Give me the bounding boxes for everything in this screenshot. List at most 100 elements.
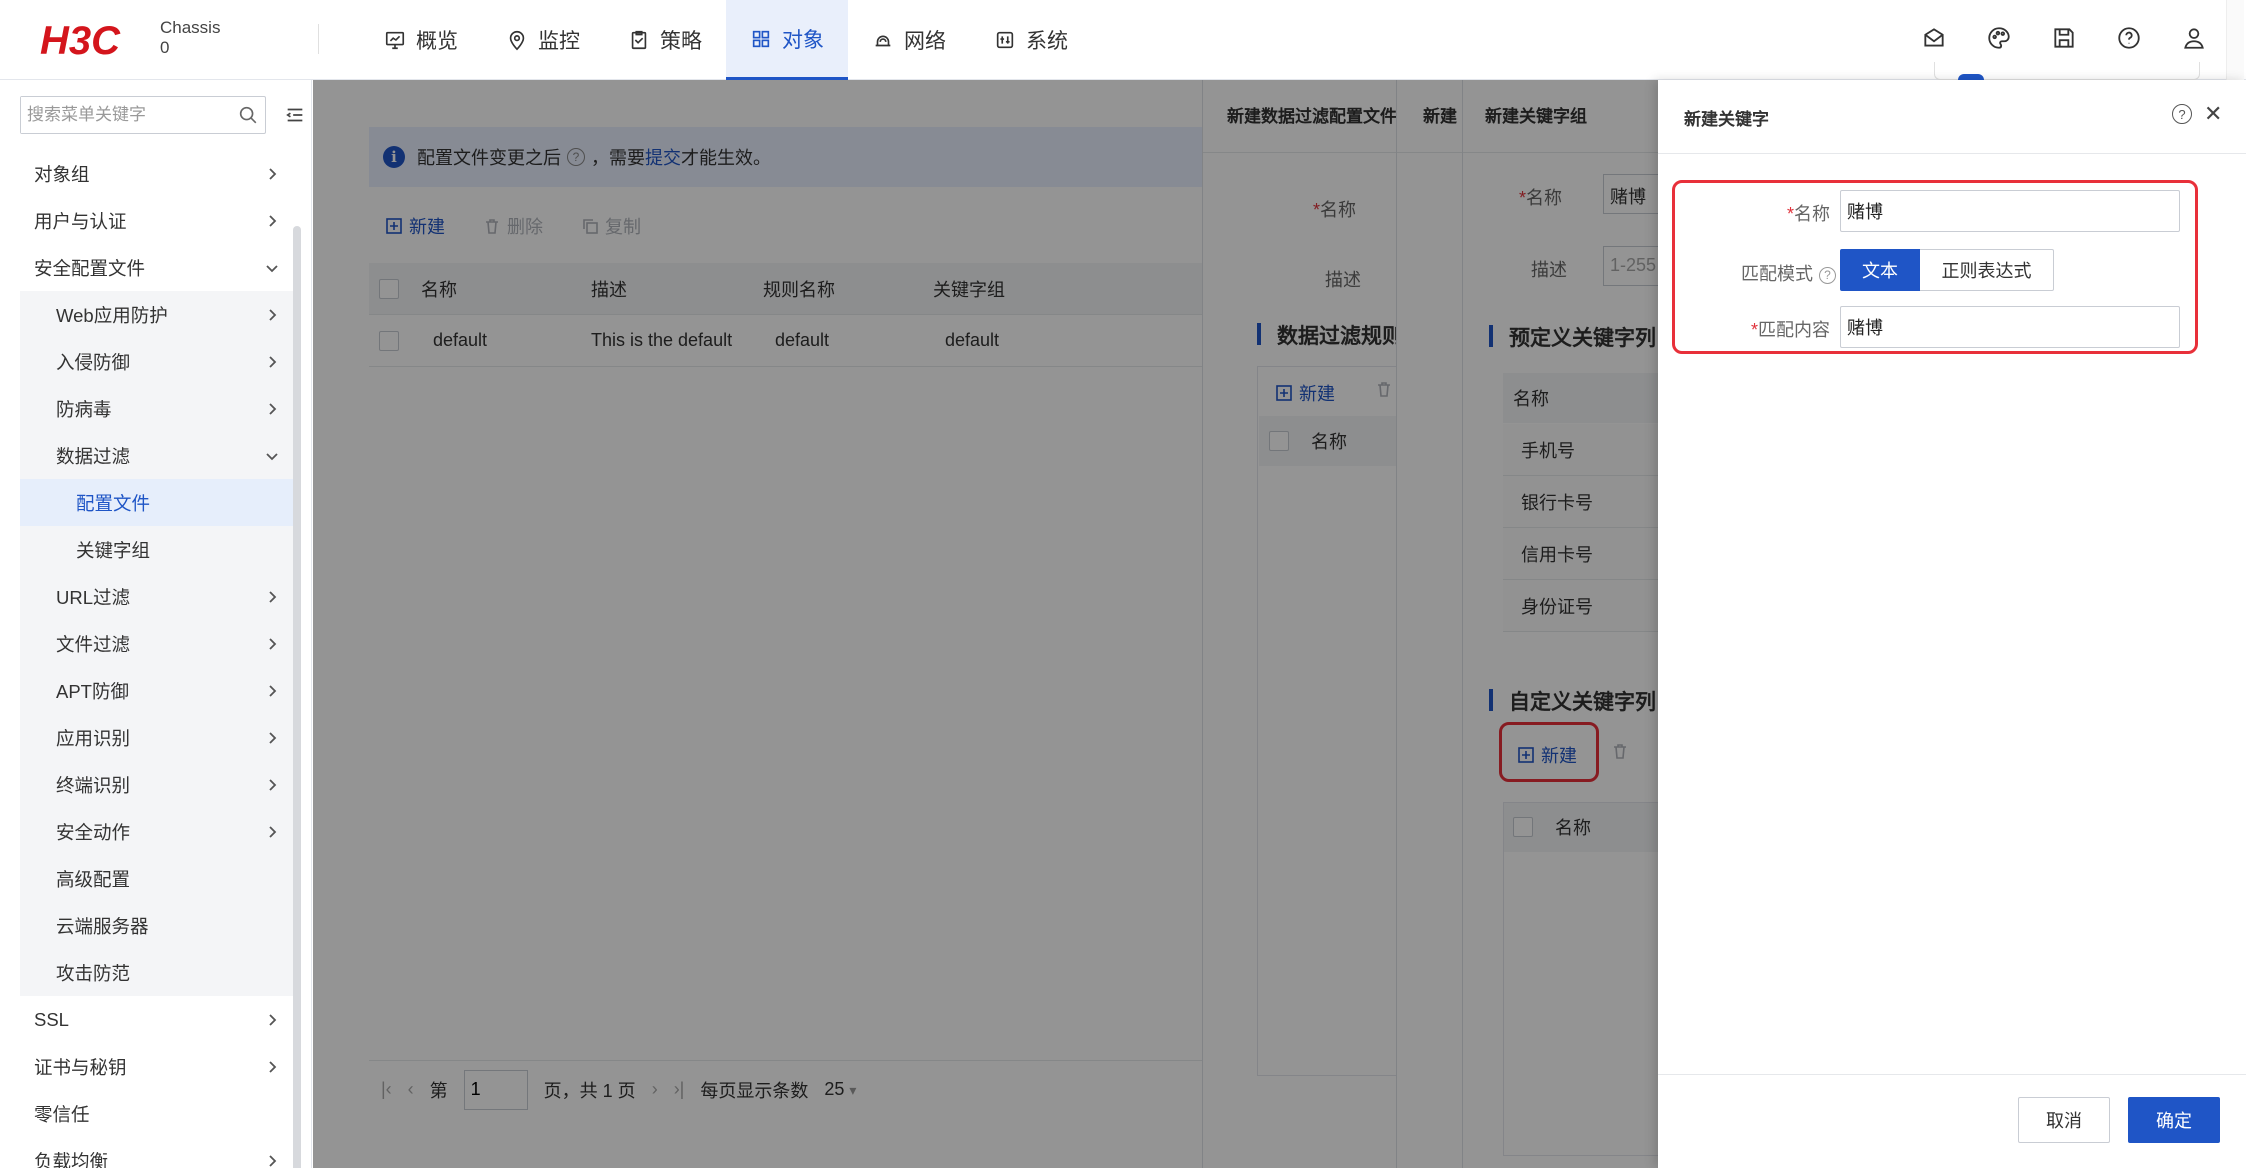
sidebar-item[interactable]: 用户与认证 xyxy=(20,197,294,244)
submit-link[interactable]: 提交 xyxy=(645,144,681,170)
sidebar-item-label: 安全配置文件 xyxy=(34,257,146,279)
rules-panel xyxy=(1257,366,1397,1076)
sidebar-item[interactable]: 安全配置文件 xyxy=(20,244,294,291)
first-page-icon[interactable]: |‹ xyxy=(381,1079,392,1100)
keyword-name-input[interactable] xyxy=(1840,190,2180,232)
sidebar-item[interactable]: 证书与秘钥 xyxy=(20,1043,294,1090)
custom-section-title: 自定义关键字列 xyxy=(1489,686,1656,716)
monitor-icon xyxy=(509,30,525,51)
copy-icon xyxy=(583,219,598,234)
rules-select-all[interactable] xyxy=(1269,431,1289,451)
sidebar-item-label: 文件过滤 xyxy=(56,633,131,655)
close-icon[interactable]: ✕ xyxy=(2204,101,2222,127)
chevron-right-icon xyxy=(264,588,280,604)
copy-button[interactable]: 复制 xyxy=(581,213,641,239)
rule-new-button[interactable]: 新建 xyxy=(1275,380,1335,406)
chevron-right-icon xyxy=(264,1152,280,1168)
sidebar-item[interactable]: 高级配置 xyxy=(20,855,294,902)
chevron-right-icon xyxy=(264,635,280,651)
nav-monitor[interactable]: 监控 xyxy=(482,0,604,80)
sidebar-item[interactable]: 零信任 xyxy=(20,1090,294,1137)
page-input[interactable] xyxy=(463,1069,528,1110)
sidebar-item[interactable]: 防病毒 xyxy=(20,385,294,432)
notice-suffix: 才能生效。 xyxy=(681,148,771,168)
mode-text-option[interactable]: 文本 xyxy=(1840,249,1920,291)
next-page-icon[interactable]: › xyxy=(652,1079,658,1100)
sidebar-item[interactable]: 终端识别 xyxy=(20,761,294,808)
search-icon[interactable] xyxy=(237,104,259,126)
sidebar-item[interactable]: Web应用防护 xyxy=(20,291,294,338)
sidebar-item[interactable]: 文件过滤 xyxy=(20,620,294,667)
sidebar-item[interactable]: 对象组 xyxy=(20,150,294,197)
match-mode-label: 匹配模式? xyxy=(1718,260,1836,286)
sidebar: 对象组用户与认证安全配置文件 Web应用防护入侵防御防病毒数据过滤配置文件关键字组… xyxy=(0,80,312,1168)
sidebar-item[interactable]: 云端服务器 xyxy=(20,902,294,949)
sidebar-item[interactable]: 应用识别 xyxy=(20,714,294,761)
sidebar-item[interactable]: 入侵防御 xyxy=(20,338,294,385)
match-content-label-text: 匹配内容 xyxy=(1758,320,1830,340)
h3c-logo: H3C xyxy=(40,19,121,62)
new-button[interactable]: 新建 xyxy=(385,213,445,239)
nav-policy[interactable]: 策略 xyxy=(604,0,726,80)
sidebar-item-label: 高级配置 xyxy=(56,868,131,890)
confirm-button[interactable]: 确定 xyxy=(2128,1097,2220,1143)
question-icon[interactable]: ? xyxy=(1819,266,1836,284)
chevron-right-icon xyxy=(264,682,280,698)
col-description[interactable]: 描述 xyxy=(591,276,763,302)
custom-delete-button[interactable] xyxy=(1611,742,1629,760)
nav-network[interactable]: 网络 xyxy=(848,0,970,80)
predefined-section-title: 预定义关键字列 xyxy=(1489,322,1656,352)
page-suffix: 页，共 1 页 xyxy=(543,1080,636,1101)
drawer-title: 新建关键字 xyxy=(1684,110,1769,129)
sidebar-scrollbar[interactable] xyxy=(293,226,301,1168)
col-rule-name[interactable]: 规则名称 xyxy=(763,276,933,302)
sidebar-item[interactable]: 安全动作 xyxy=(20,808,294,855)
save-icon[interactable] xyxy=(2050,20,2078,56)
menu-search-input[interactable] xyxy=(21,97,231,133)
keyword-name-label-text: 名称 xyxy=(1794,204,1830,224)
nav-overview[interactable]: 概览 xyxy=(360,0,482,80)
nav-object[interactable]: 对象 xyxy=(726,0,848,80)
chevron-right-icon xyxy=(264,1058,280,1074)
sidebar-item-label: 安全动作 xyxy=(56,821,131,843)
col-keyword-group[interactable]: 关键字组 xyxy=(933,276,1103,302)
sidebar-item[interactable]: 配置文件 xyxy=(20,479,294,526)
last-page-icon[interactable]: ›| xyxy=(674,1079,685,1100)
chevron-down-icon xyxy=(264,447,280,463)
page-scrollbar[interactable] xyxy=(2226,0,2244,80)
sidebar-item-label: 关键字组 xyxy=(76,539,151,561)
rule-delete-button[interactable] xyxy=(1375,380,1393,398)
notice-middle: ，需要 xyxy=(591,148,645,168)
help-icon[interactable]: ? xyxy=(2172,104,2192,124)
sidebar-item[interactable]: URL过滤 xyxy=(20,573,294,620)
sidebar-item[interactable]: 关键字组 xyxy=(20,526,294,573)
col-name[interactable]: 名称 xyxy=(421,276,591,302)
sidebar-item[interactable]: APT防御 xyxy=(20,667,294,714)
sidebar-item[interactable]: SSL xyxy=(20,996,294,1043)
question-icon[interactable]: ? xyxy=(567,148,585,166)
help-icon[interactable] xyxy=(2115,20,2143,56)
page-prefix: 第 xyxy=(429,1080,448,1101)
message-icon[interactable] xyxy=(1920,20,1948,56)
sidebar-item[interactable]: 攻击防范 xyxy=(20,949,294,996)
policy-icon xyxy=(631,30,647,50)
sidebar-item[interactable]: 数据过滤 xyxy=(20,432,294,479)
mode-regex-option[interactable]: 正则表达式 xyxy=(1920,249,2054,291)
nav-system[interactable]: 系统 xyxy=(970,0,1092,80)
sidebar-item-label: 攻击防范 xyxy=(56,962,131,984)
collapse-menu-icon[interactable] xyxy=(284,104,306,126)
cancel-button[interactable]: 取消 xyxy=(2018,1097,2110,1143)
name-label: *名称 xyxy=(1313,200,1357,220)
select-all-checkbox[interactable] xyxy=(379,278,399,299)
per-page-select[interactable]: 25 ▾ xyxy=(824,1079,856,1100)
user-icon[interactable] xyxy=(2180,20,2208,56)
row-checkbox[interactable] xyxy=(379,330,399,351)
prev-page-icon[interactable]: ‹ xyxy=(408,1079,414,1100)
nav-overview-label: 概览 xyxy=(416,30,458,53)
chevron-right-icon xyxy=(264,212,280,228)
sidebar-item[interactable]: 负载均衡 xyxy=(20,1137,294,1168)
new-button-label: 新建 xyxy=(409,217,445,237)
match-content-input[interactable] xyxy=(1840,306,2180,348)
delete-button[interactable]: 删除 xyxy=(483,213,543,239)
theme-icon[interactable] xyxy=(1985,20,2013,56)
